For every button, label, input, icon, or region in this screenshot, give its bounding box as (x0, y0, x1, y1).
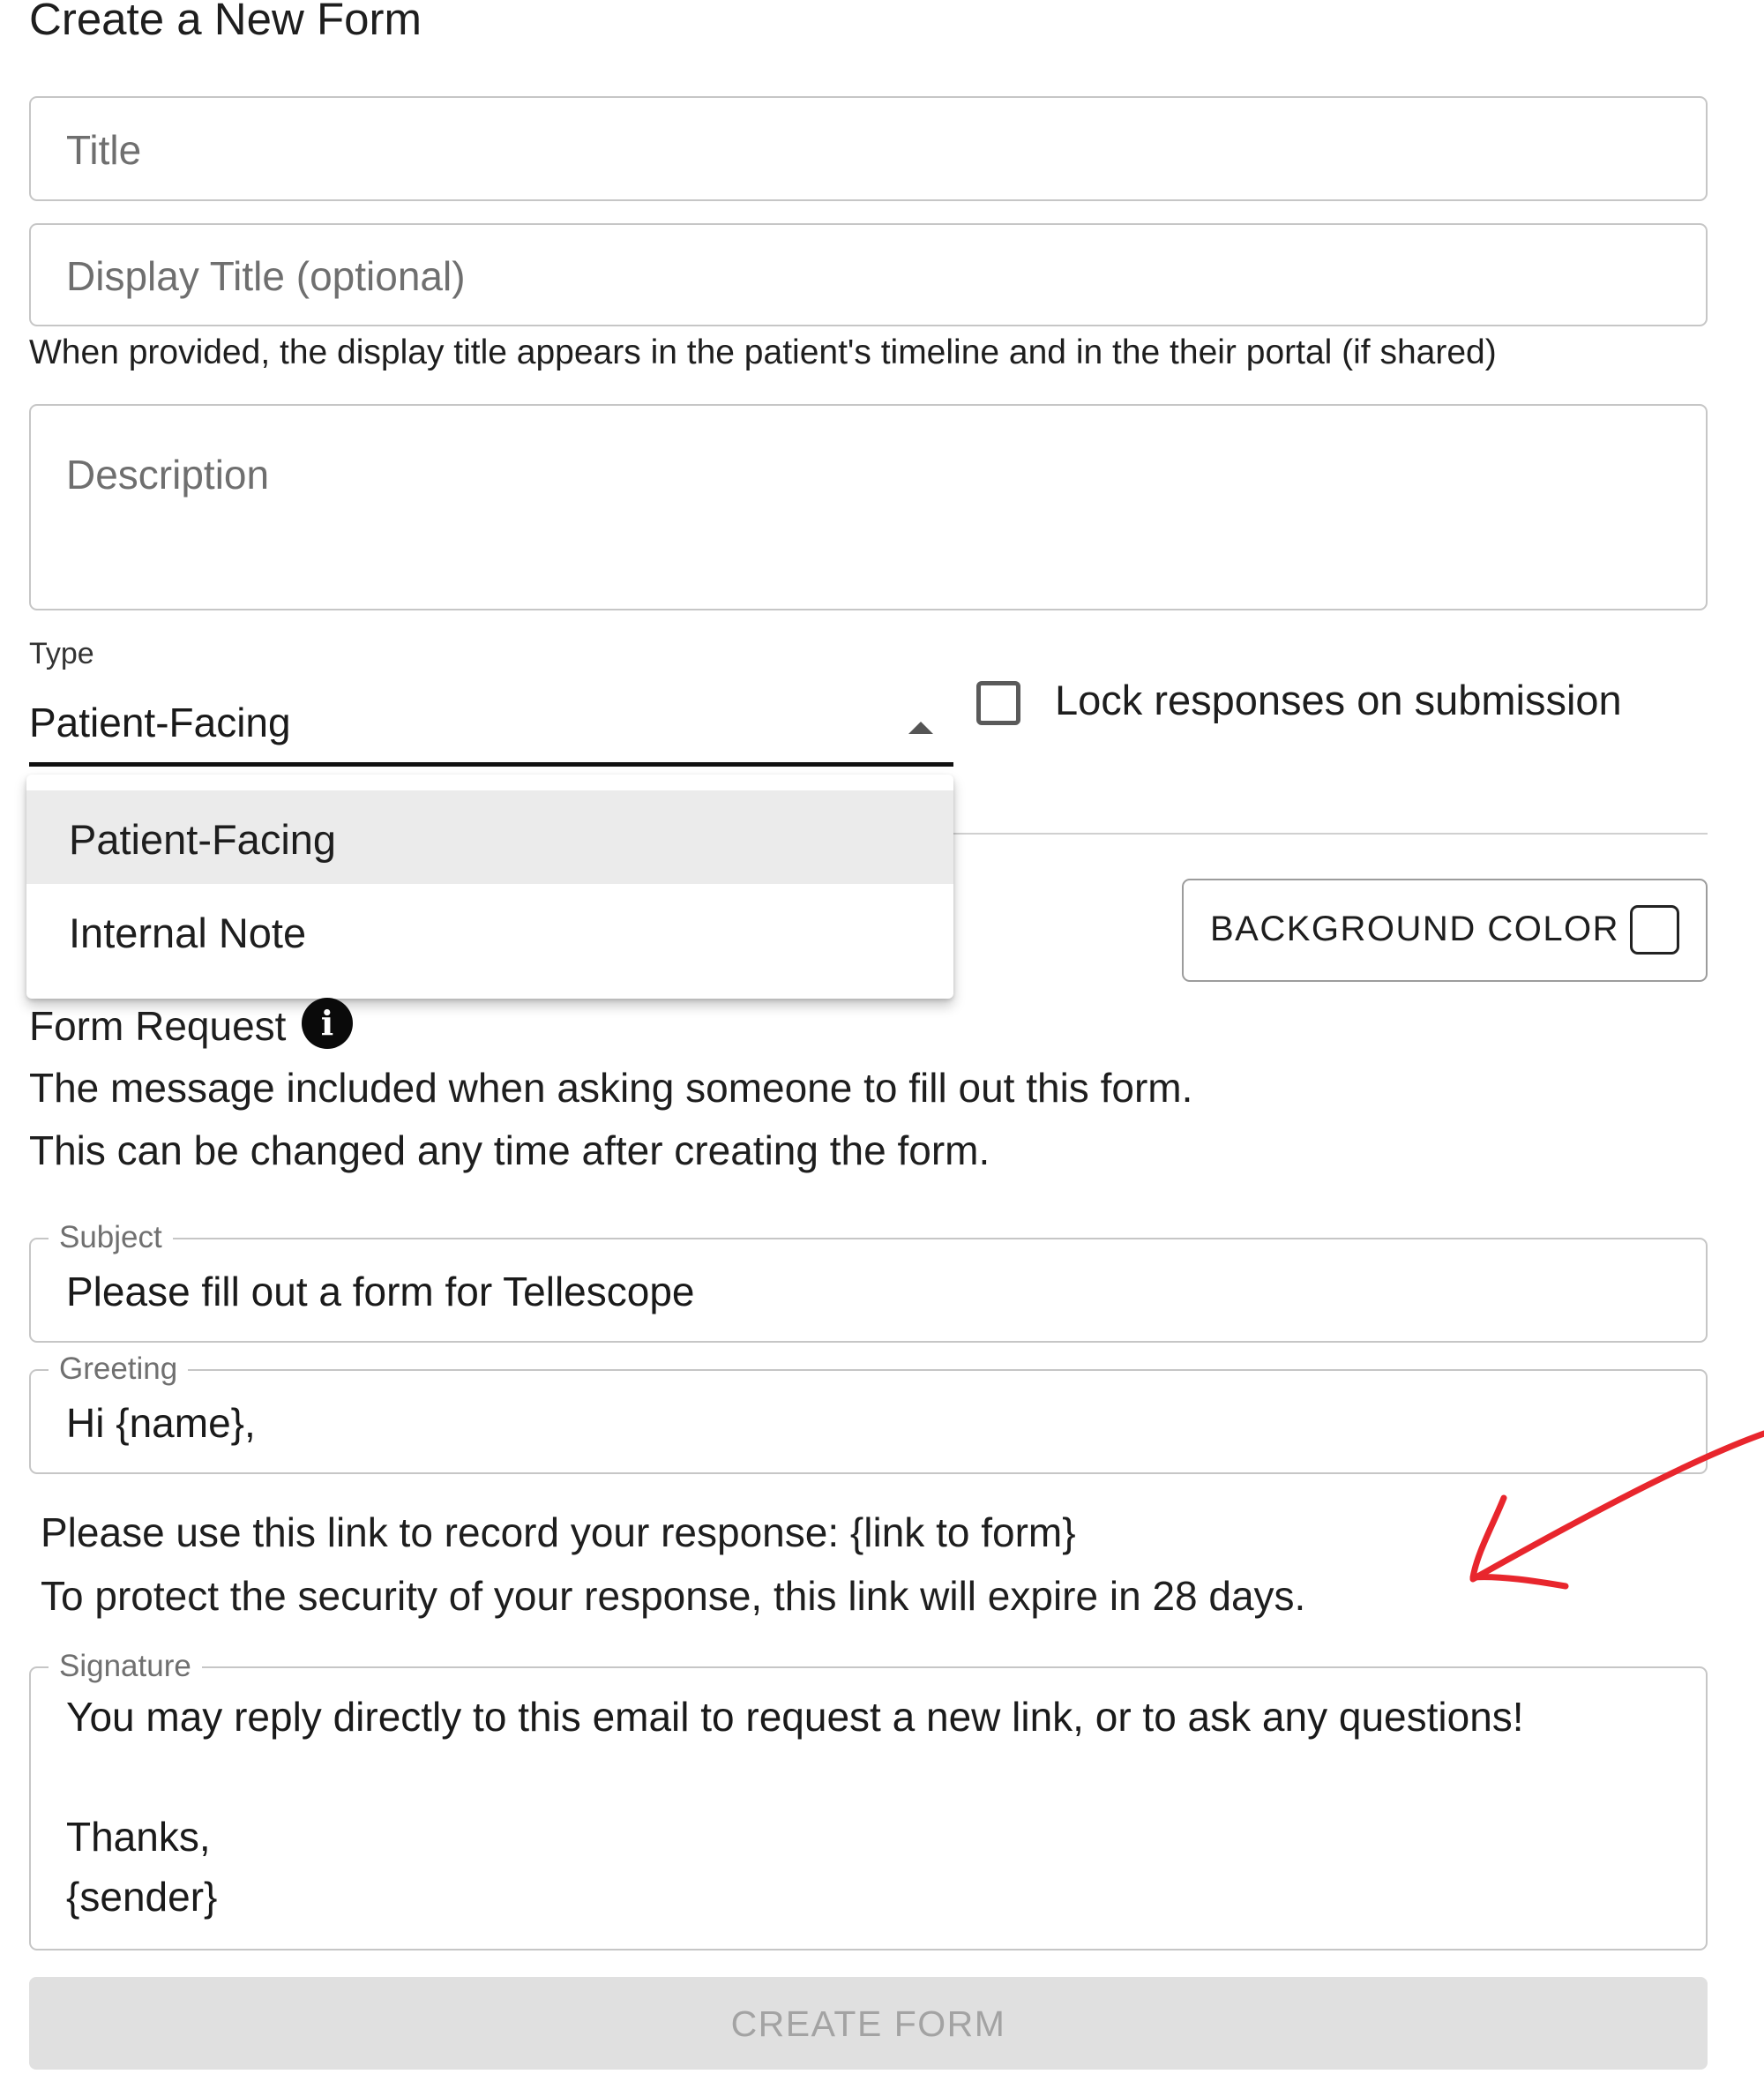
type-select-value[interactable]: Patient-Facing (29, 699, 291, 746)
display-title-field[interactable]: Display Title (optional) (29, 223, 1708, 326)
type-dropdown-menu: Patient-Facing Internal Note (26, 775, 953, 999)
form-request-title: Form Request (29, 1003, 287, 1049)
subject-label: Subject (49, 1218, 173, 1257)
type-select-underline (29, 762, 953, 767)
title-placeholder: Title (66, 127, 142, 173)
create-form-button[interactable]: CREATE FORM (29, 1977, 1708, 2070)
divider (953, 833, 1708, 835)
page-title: Create a New Form (29, 0, 422, 44)
description-field[interactable]: Description (29, 404, 1708, 610)
signature-line: You may reply directly to this email to … (66, 1694, 1524, 1740)
background-color-button[interactable]: BACKGROUND COLOR (1182, 879, 1708, 982)
type-label: Type (29, 637, 94, 670)
subject-value: Please fill out a form for Tellescope (66, 1269, 695, 1314)
signature-line: Thanks, (66, 1814, 211, 1860)
display-title-placeholder: Display Title (optional) (66, 253, 466, 299)
description-placeholder: Description (66, 452, 270, 498)
caret-up-icon[interactable] (908, 722, 933, 734)
menu-item-patient-facing[interactable]: Patient-Facing (26, 790, 953, 884)
create-form-label: CREATE FORM (730, 2003, 1006, 2044)
lock-responses-checkbox[interactable] (976, 681, 1020, 725)
subject-field[interactable]: Subject Please fill out a form for Telle… (29, 1218, 1708, 1343)
signature-line: {sender} (66, 1874, 218, 1920)
menu-item-label: Patient-Facing (69, 816, 337, 863)
form-request-description: This can be changed any time after creat… (29, 1127, 990, 1173)
display-title-helper-text: When provided, the display title appears… (29, 333, 1497, 371)
email-body-line: To protect the security of your response… (41, 1573, 1306, 1619)
background-color-label: BACKGROUND COLOR (1210, 910, 1620, 948)
signature-label: Signature (49, 1647, 202, 1686)
color-swatch[interactable] (1630, 905, 1679, 955)
title-field[interactable]: Title (29, 96, 1708, 201)
signature-field[interactable]: Signature You may reply directly to this… (29, 1647, 1708, 1950)
menu-item-label: Internal Note (69, 910, 307, 956)
greeting-label: Greeting (49, 1350, 189, 1389)
menu-item-internal-note[interactable]: Internal Note (26, 884, 953, 977)
greeting-field[interactable]: Greeting Hi {name}, (29, 1350, 1708, 1474)
email-body-line: Please use this link to record your resp… (41, 1509, 1076, 1555)
form-request-description: The message included when asking someone… (29, 1065, 1193, 1111)
greeting-value: Hi {name}, (66, 1400, 256, 1446)
annotation-arrow-icon (1469, 1430, 1764, 1590)
lock-responses-label[interactable]: Lock responses on submission (1055, 676, 1622, 724)
info-icon[interactable]: i (302, 998, 353, 1049)
